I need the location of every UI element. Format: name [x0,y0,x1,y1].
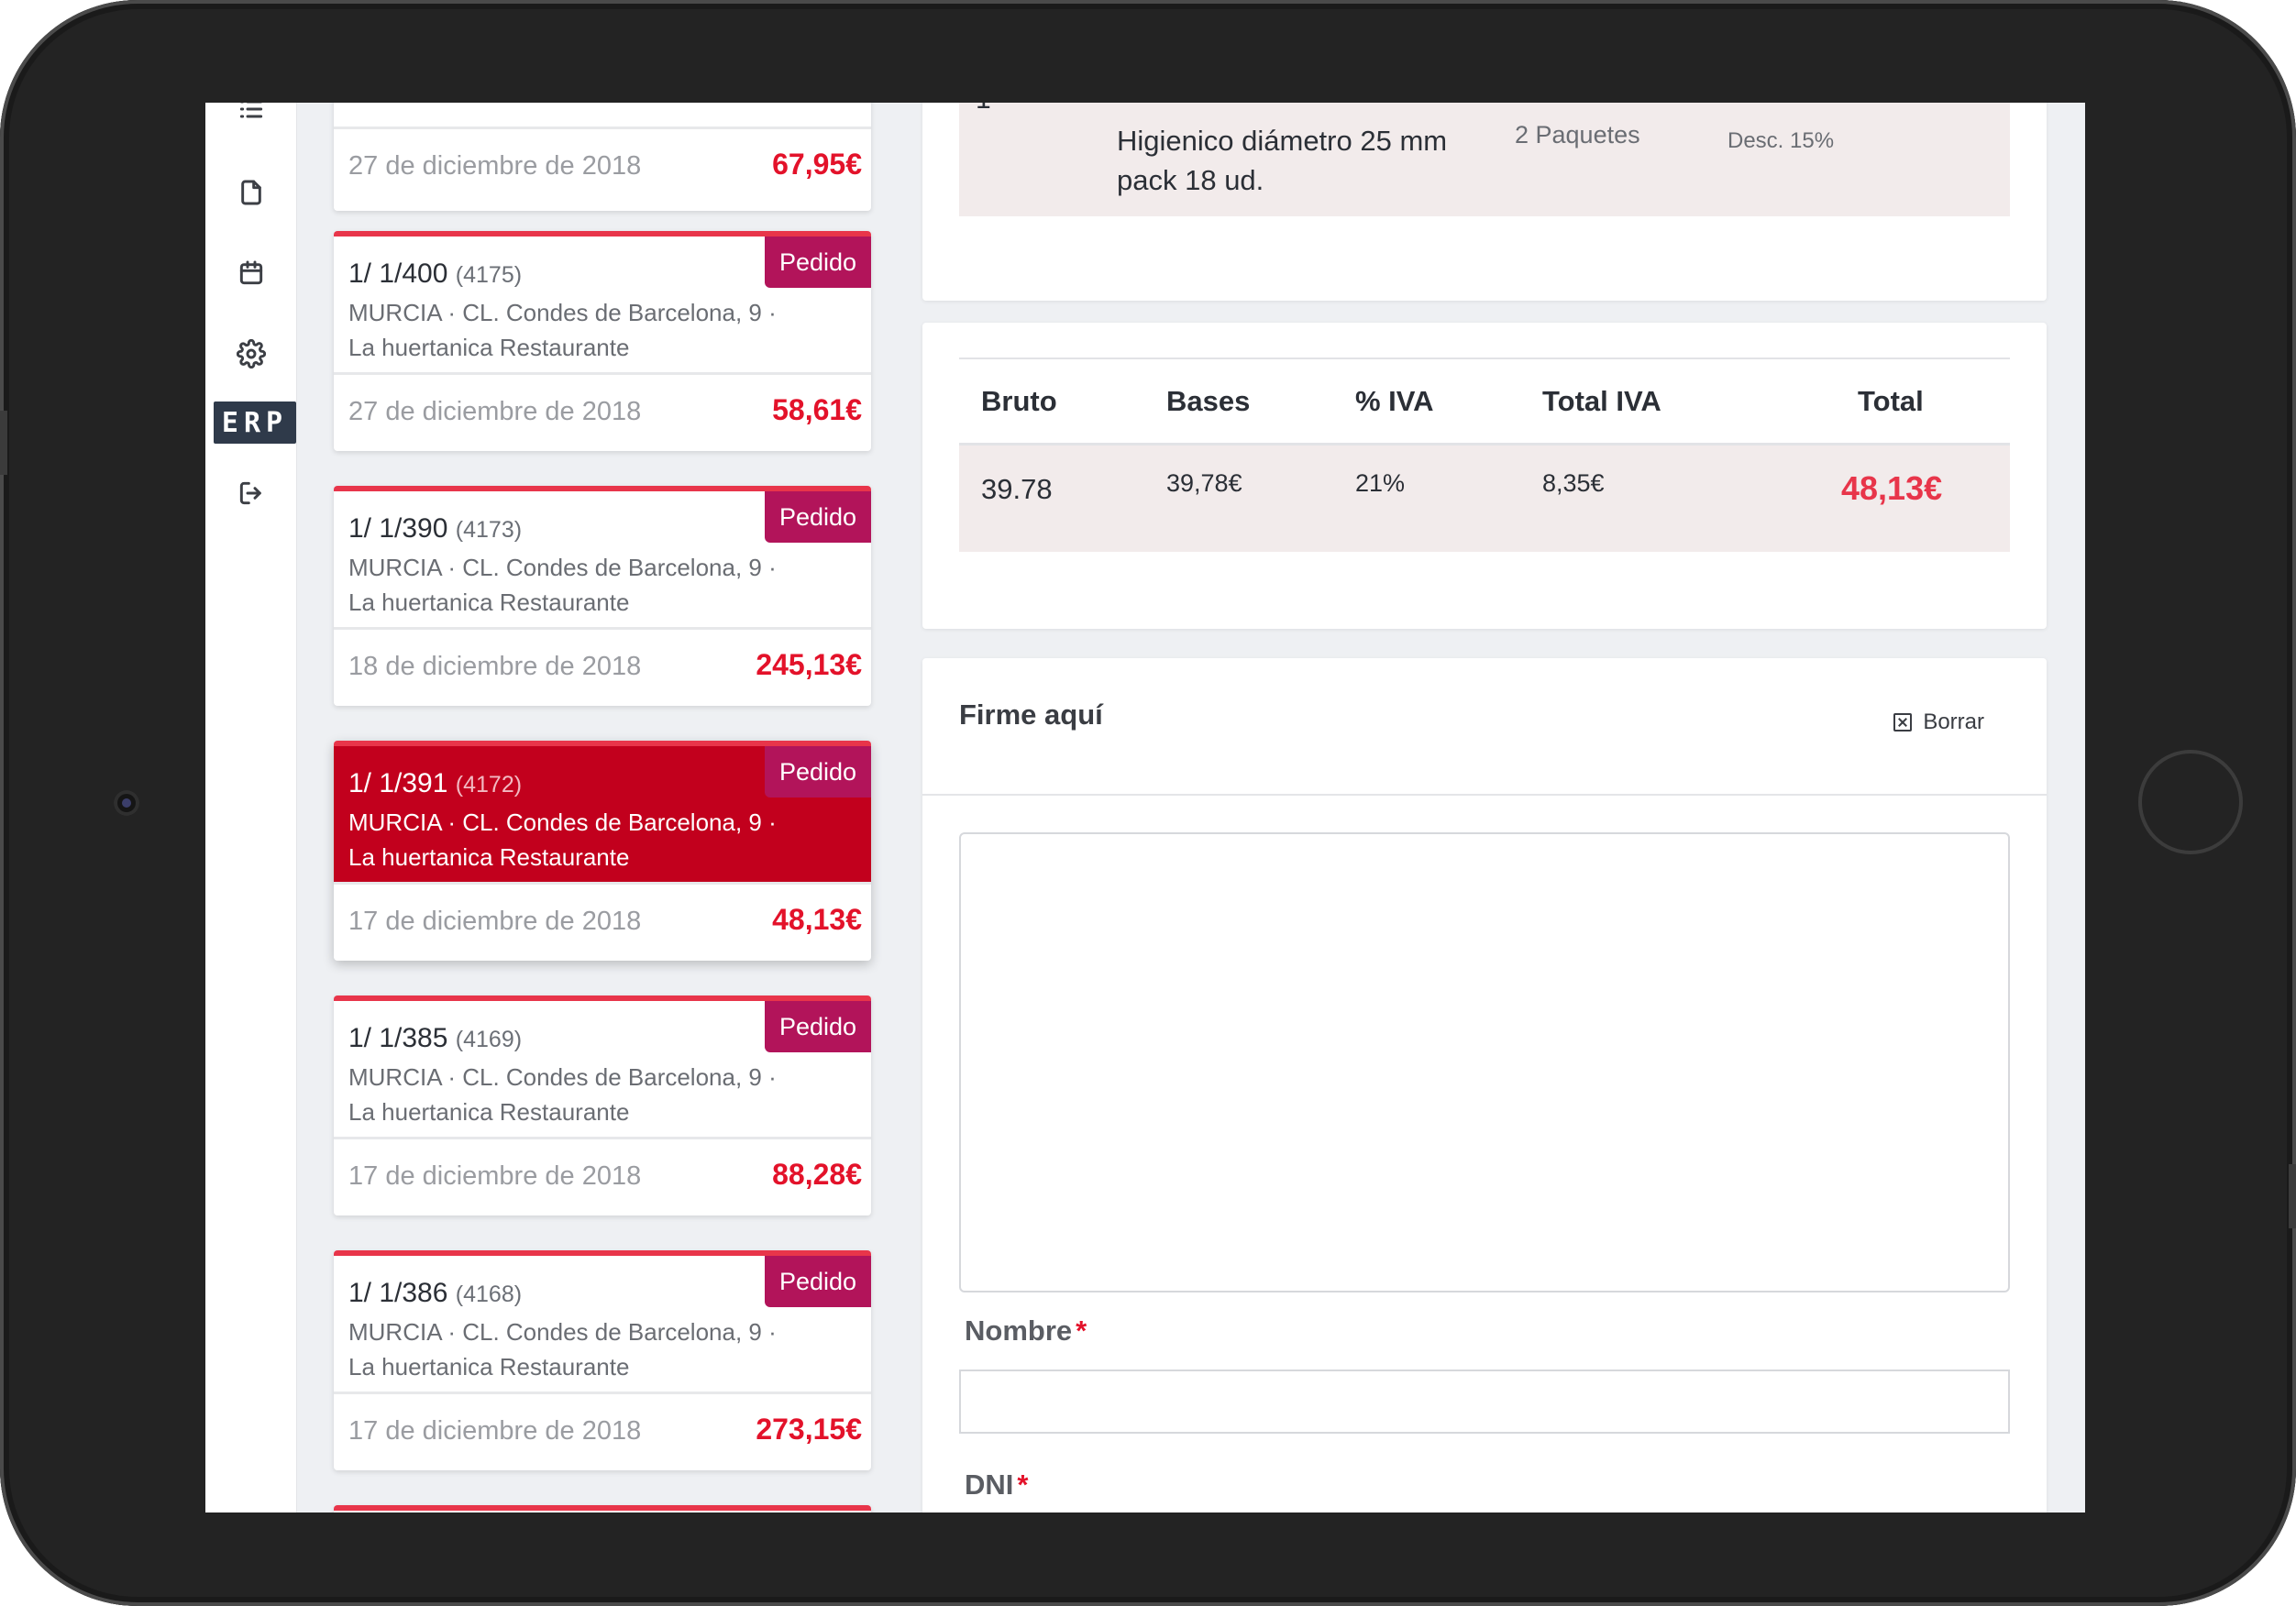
order-card-footer: 18 de diciembre de 2018 245,13€ [334,627,871,706]
order-number: 1/ 1/386 (4168) [348,1278,523,1308]
line-item-unit: 2 Paquetes [1515,121,1640,148]
line-item-index: 1 [976,103,991,116]
camera-icon [114,790,139,816]
status-badge: Pedido [765,491,871,543]
screen: ERP 27 de diciembre de 2018 67,95€ 1/ 1/… [205,103,2085,1512]
name-field[interactable] [959,1370,2010,1434]
vat-pct-value: 21% [1355,469,1406,497]
dni-label: DNI * [965,1468,1029,1501]
order-card-footer: 17 de diciembre de 2018 88,28€ [334,1137,871,1216]
line-items-panel: 1 Higienico diámetro 25 mm pack 18 ud. 2… [922,103,2047,301]
side-button [2289,1164,2296,1228]
totals-header-row: Bruto Bases % IVA Total IVA Total [959,358,2010,446]
close-icon [1893,713,1913,732]
clear-signature-button[interactable]: Borrar [1893,710,1984,735]
order-number: 1/ 1/390 (4173) [348,513,523,544]
gear-icon[interactable] [228,331,274,377]
order-address: MURCIA · CL. Condes de Barcelona, 9 · La… [348,1063,777,1126]
tablet-frame: ERP 27 de diciembre de 2018 67,95€ 1/ 1/… [0,0,2296,1606]
order-number: 1/ 1/400 (4175) [348,258,523,289]
order-card-footer: 27 de diciembre de 2018 58,61€ [334,372,871,451]
order-date: 18 de diciembre de 2018 [348,652,642,681]
order-code: (4168) [455,1282,523,1307]
order-card-selected[interactable]: 1/ 1/391 (4172) MURCIA · CL. Condes de B… [334,741,871,961]
calendar-icon[interactable] [228,250,274,296]
totals-value-row: 39.78 39,78€ 21% 8,35€ 48,13€ [959,446,2010,552]
total-value: 48,13€ [1841,469,1943,507]
list-icon[interactable] [228,103,274,132]
card-accent-bar [334,1505,871,1511]
order-number: 1/ 1/385 (4169) [348,1023,523,1053]
status-badge: Pedido [765,746,871,798]
status-badge: Pedido [765,236,871,288]
order-amount: 273,15€ [756,1413,862,1446]
order-amount: 245,13€ [756,648,862,681]
header-gross: Bruto [981,385,1057,417]
bases-value: 39,78€ [1166,469,1242,497]
required-mark: * [1017,1468,1029,1501]
signature-header: Firme aquí Borrar [922,658,2047,796]
order-code: (4173) [455,517,523,543]
order-date: 17 de diciembre de 2018 [348,907,642,936]
order-date: 27 de diciembre de 2018 [348,397,642,426]
order-card-footer: 17 de diciembre de 2018 273,15€ [334,1392,871,1470]
clear-label: Borrar [1923,710,1984,734]
vat-total-value: 8,35€ [1542,469,1605,497]
order-card[interactable]: 1/ 1/390 (4173) MURCIA · CL. Condes de B… [334,486,871,706]
order-address: MURCIA · CL. Condes de Barcelona, 9 · La… [348,554,777,616]
order-address: MURCIA · CL. Condes de Barcelona, 9 · La… [348,808,777,871]
order-code: (4169) [455,1027,523,1052]
order-code: (4175) [455,262,523,288]
line-item-discount: Desc. 15% [1728,128,1835,153]
order-amount: 58,61€ [772,393,862,426]
order-amount: 67,95€ [772,148,862,181]
header-bases: Bases [1166,385,1251,417]
order-date: 17 de diciembre de 2018 [348,1161,642,1191]
required-mark: * [1076,1314,1087,1347]
line-item-description: Higienico diámetro 25 mm pack 18 ud. [1117,125,1448,196]
status-badge: Pedido [765,1256,871,1307]
header-vat-total: Total IVA [1542,385,1661,417]
line-item-row: 1 Higienico diámetro 25 mm pack 18 ud. 2… [959,103,2010,216]
order-address: MURCIA · CL. Condes de Barcelona, 9 · La… [348,299,777,361]
erp-logo[interactable]: ERP [214,402,296,444]
home-button[interactable] [2138,750,2243,854]
order-card[interactable] [334,1505,871,1512]
order-code: (4172) [455,772,523,798]
order-amount: 48,13€ [772,903,862,936]
signature-pad[interactable] [959,832,2010,1292]
status-badge: Pedido [765,1001,871,1052]
order-card-footer: 17 de diciembre de 2018 48,13€ [334,882,871,961]
totals-panel: Bruto Bases % IVA Total IVA Total 39.78 … [922,323,2047,629]
signature-title: Firme aquí [959,698,1103,731]
order-card[interactable]: 1/ 1/385 (4169) MURCIA · CL. Condes de B… [334,996,871,1216]
order-card-footer: 27 de diciembre de 2018 67,95€ [334,126,871,205]
order-amount: 88,28€ [772,1158,862,1191]
order-date: 27 de diciembre de 2018 [348,151,642,181]
sidebar: ERP [205,103,297,1512]
side-button [0,411,7,475]
order-address: MURCIA · CL. Condes de Barcelona, 9 · La… [348,1318,777,1380]
order-card[interactable]: 27 de diciembre de 2018 67,95€ [334,103,871,211]
logout-icon[interactable] [228,470,274,516]
document-icon[interactable] [228,170,274,215]
signature-panel: Firme aquí Borrar Nombre * DNI * [922,658,2047,1512]
order-card[interactable]: 1/ 1/400 (4175) MURCIA · CL. Condes de B… [334,231,871,451]
order-number: 1/ 1/391 (4172) [348,768,523,798]
header-vat-pct: % IVA [1355,385,1434,417]
header-total: Total [1858,385,1924,417]
name-label: Nombre * [965,1314,1087,1347]
order-list: 27 de diciembre de 2018 67,95€ 1/ 1/400 … [334,103,871,1512]
order-date: 17 de diciembre de 2018 [348,1416,642,1446]
order-card[interactable]: 1/ 1/386 (4168) MURCIA · CL. Condes de B… [334,1250,871,1470]
gross-value: 39.78 [981,473,1053,505]
